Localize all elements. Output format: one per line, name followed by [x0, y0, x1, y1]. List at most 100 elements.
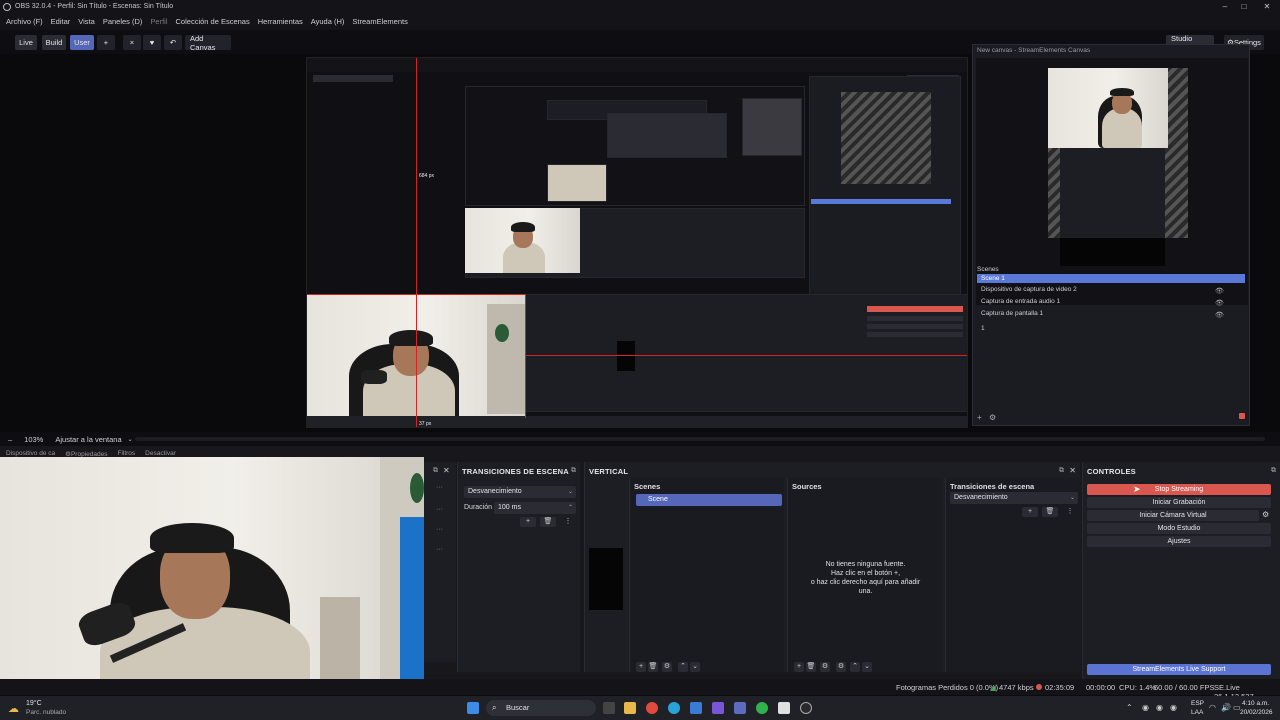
canvas-preview[interactable] — [976, 58, 1248, 305]
zoom-fit[interactable]: Ajustar a la ventana — [55, 435, 121, 444]
add-scene-icon[interactable]: + — [636, 662, 646, 672]
volume-icon[interactable]: 🔊 — [1221, 703, 1231, 712]
nested-inner-screens — [607, 113, 727, 158]
transition-type-select[interactable]: Desvanecimiento ⌄ — [464, 486, 576, 498]
vertical-transition-select[interactable]: Desvanecimiento ⌄ — [950, 492, 1078, 504]
move-down-icon[interactable]: ⌄ — [690, 662, 700, 672]
menu-streamelements[interactable]: StreamElements — [352, 17, 407, 26]
zoom-minus-icon[interactable]: – — [8, 435, 12, 444]
tray-chevron-icon[interactable]: ⌃ — [1126, 703, 1133, 712]
trash-icon[interactable]: 🗑 — [540, 517, 556, 527]
menu-paneles[interactable]: Paneles (D) — [103, 17, 143, 26]
add-transition-icon[interactable]: + — [520, 517, 536, 527]
vertical-title: VERTICAL — [589, 467, 629, 476]
notes-icon[interactable] — [778, 702, 790, 714]
add-canvas-button[interactable]: Add Canvas — [185, 34, 231, 52]
scene-item[interactable]: Scene — [636, 494, 782, 506]
start-recording-button[interactable]: Iniciar Grabación — [1087, 497, 1271, 508]
stop-streaming-button[interactable]: Stop Streaming — [1087, 484, 1271, 495]
canvas-window[interactable]: New canvas - StreamElements Canvas Scene… — [972, 44, 1250, 426]
eye-icon[interactable]: 👁 — [1215, 299, 1224, 307]
menu-archivo[interactable]: Archivo (F) — [6, 17, 43, 26]
add-source-icon[interactable]: + — [794, 662, 804, 672]
menu-perfil[interactable]: Perfil — [150, 17, 167, 26]
live-support-button[interactable]: StreamElements Live Support — [1087, 664, 1271, 675]
add-transition-icon[interactable]: + — [1022, 507, 1038, 517]
virtual-cam-gear-icon[interactable]: ⚙ — [1262, 510, 1269, 519]
app-icon[interactable] — [712, 702, 724, 714]
filter-icon[interactable]: ⚙ — [662, 662, 672, 672]
canvas-scene-item[interactable]: Scene 1 — [977, 274, 1245, 283]
canvas-source-item[interactable]: Captura de pantalla 1 — [981, 310, 1043, 317]
input-language[interactable]: ESP — [1191, 700, 1204, 707]
tray-app-icon[interactable]: ◉ — [1156, 703, 1163, 712]
more-icon[interactable]: ⋮ — [560, 517, 576, 527]
eye-icon[interactable]: 👁 — [1215, 287, 1224, 295]
menu-ayuda[interactable]: Ayuda (H) — [311, 17, 345, 26]
live-button[interactable]: Live — [15, 35, 37, 50]
maximize-icon[interactable]: □ — [1233, 0, 1255, 13]
file-explorer-icon[interactable] — [624, 702, 636, 714]
weather-icon[interactable]: ☁ — [8, 702, 19, 715]
tray-app-icon[interactable]: ◉ — [1170, 703, 1177, 712]
obs-taskbar-icon[interactable] — [800, 702, 812, 714]
close-panel-icon[interactable]: ✕ — [1069, 466, 1076, 475]
store-icon[interactable] — [690, 702, 702, 714]
menu-coleccion[interactable]: Colección de Escenas — [176, 17, 250, 26]
menu-vista[interactable]: Vista — [78, 17, 95, 26]
guide-line-horizontal — [525, 355, 967, 356]
add-source-icon[interactable]: + — [977, 413, 982, 422]
undock-icon[interactable]: ⧉ — [433, 467, 438, 475]
panel-float-icon[interactable]: ⧉ — [1271, 467, 1276, 475]
zoom-level[interactable]: 103% — [24, 435, 43, 444]
close-icon[interactable]: × — [123, 35, 141, 50]
virtual-camera-button[interactable]: Iniciar Cámara Virtual — [1087, 510, 1259, 521]
user-button[interactable]: User — [70, 35, 94, 50]
trash-icon[interactable]: 🗑 — [806, 662, 816, 672]
taskbar-search[interactable]: ⌕ Buscar — [486, 700, 596, 716]
vertical-preview[interactable] — [589, 548, 623, 610]
wifi-icon[interactable]: ◠ — [1209, 703, 1216, 712]
vertical-sources-dock[interactable]: Sources No tienes ninguna fuente. Haz cl… — [787, 478, 942, 672]
chevron-down-icon[interactable]: ⌄ — [128, 436, 133, 443]
nested-vertical-preview — [617, 341, 635, 371]
eye-icon[interactable]: 👁 — [1215, 311, 1224, 319]
move-down-icon[interactable]: ⌄ — [862, 662, 872, 672]
transitions-title: TRANSICIONES DE ESCENA — [462, 467, 569, 476]
whatsapp-icon[interactable] — [756, 702, 768, 714]
trash-icon[interactable]: 🗑 — [1042, 507, 1058, 517]
clock-time[interactable]: 4:10 a.m. — [1242, 700, 1269, 707]
settings-control-button[interactable]: Ajustes — [1087, 536, 1271, 547]
canvas-nested-obs — [1060, 148, 1165, 238]
move-up-icon[interactable]: ⌃ — [850, 662, 860, 672]
gear-icon[interactable]: ⚙ — [989, 413, 996, 422]
tray-app-icon[interactable]: ◉ — [1142, 703, 1149, 712]
duration-input[interactable]: 100 ms ⌃ — [494, 502, 576, 514]
close-panel-icon[interactable]: ✕ — [443, 466, 450, 475]
trash-icon[interactable]: 🗑 — [648, 662, 658, 672]
menu-editar[interactable]: Editar — [51, 17, 71, 26]
chrome-icon[interactable] — [646, 702, 658, 714]
build-button[interactable]: Build — [42, 35, 66, 50]
settings-app-icon[interactable] — [734, 702, 746, 714]
canvas-source-item[interactable]: Captura de entrada audio 1 — [981, 298, 1060, 305]
undo-icon[interactable]: ↶ — [164, 35, 182, 50]
signal-icon: ◢ — [990, 683, 996, 692]
panel-float-icon[interactable]: ⧉ — [1059, 467, 1064, 475]
task-view-icon[interactable] — [603, 702, 615, 714]
add-workspace-button[interactable]: + — [97, 35, 115, 50]
heart-icon[interactable]: ♥ — [143, 35, 161, 50]
menu-herramientas[interactable]: Herramientas — [258, 17, 303, 26]
preview-scrollbar[interactable] — [135, 437, 1265, 441]
move-up-icon[interactable]: ⌃ — [678, 662, 688, 672]
close-window-icon[interactable]: ✕ — [1256, 0, 1278, 13]
filter-icon[interactable]: ⚙ — [820, 662, 830, 672]
gear-icon[interactable]: ⚙ — [836, 662, 846, 672]
studio-mode-control-button[interactable]: Modo Estudio — [1087, 523, 1271, 534]
canvas-source-item[interactable]: Dispositivo de captura de video 2 — [981, 286, 1077, 293]
more-icon[interactable]: ⋮ — [1062, 507, 1078, 517]
edge-icon[interactable] — [668, 702, 680, 714]
windows-start-icon[interactable] — [467, 702, 479, 714]
search-icon: ⌕ — [492, 703, 497, 712]
panel-float-icon[interactable]: ⧉ — [571, 467, 576, 475]
